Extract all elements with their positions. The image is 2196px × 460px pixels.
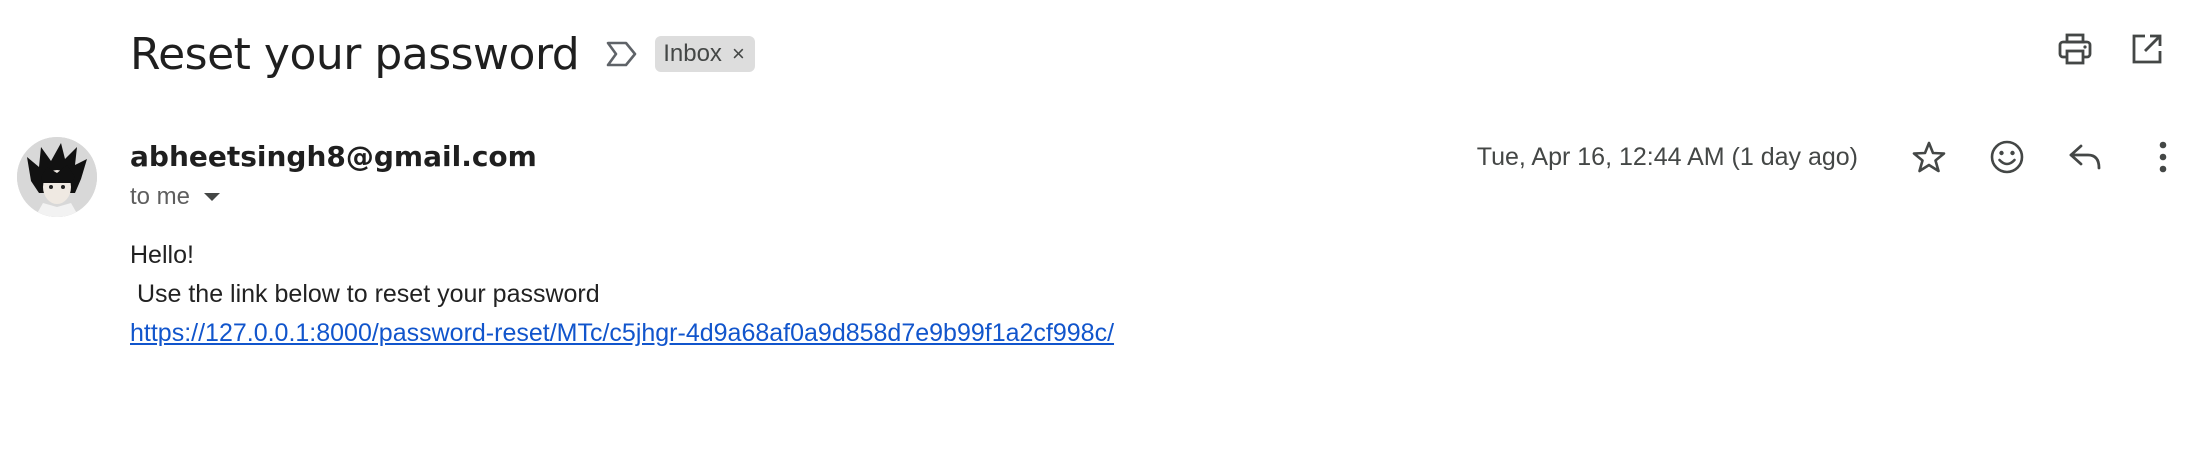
email-view: Reset your password Inbox × abheetsingh8… (0, 0, 2196, 460)
more-vertical-icon[interactable] (2144, 138, 2182, 176)
emoji-reaction-icon[interactable] (1988, 138, 2026, 176)
thread-actions (2056, 30, 2166, 68)
label-chip-text: Inbox (663, 40, 722, 67)
show-details-dropdown-icon[interactable] (204, 193, 221, 201)
avatar[interactable] (17, 137, 97, 217)
password-reset-link[interactable]: https://127.0.0.1:8000/password-reset/MT… (130, 319, 1114, 347)
label-chip-inbox: Inbox × (655, 36, 755, 72)
subject-row: Reset your password Inbox × (130, 22, 755, 86)
importance-marker-icon[interactable] (605, 37, 639, 71)
star-icon[interactable] (1910, 138, 1948, 176)
open-in-new-window-icon[interactable] (2128, 30, 2166, 68)
recipients-label: to me (130, 183, 191, 210)
sender-email: abheetsingh8@gmail.com (130, 140, 537, 173)
body-text: Use the link below to reset your passwor… (130, 280, 600, 308)
body-greeting: Hello! (130, 241, 194, 269)
remove-label-button[interactable]: × (732, 43, 745, 65)
email-date: Tue, Apr 16, 12:44 AM (1 day ago) (1476, 143, 1858, 171)
message-actions (1910, 138, 2182, 176)
email-subject: Reset your password (130, 28, 580, 80)
recipients[interactable]: to me (130, 183, 221, 211)
reply-icon[interactable] (2066, 138, 2104, 176)
print-icon[interactable] (2056, 30, 2094, 68)
email-body: Hello! Use the link below to reset your … (130, 236, 1114, 353)
